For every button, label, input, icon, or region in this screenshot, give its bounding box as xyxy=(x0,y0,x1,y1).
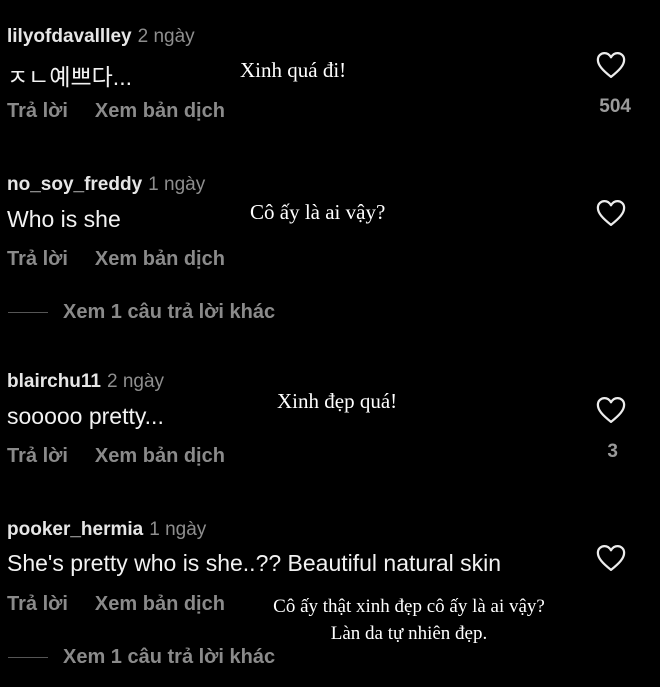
comment-time: 2 ngày xyxy=(137,26,195,47)
comment-text: sooooo pretty... xyxy=(7,403,164,429)
comment-text: Who is she xyxy=(7,206,121,232)
translation-overlay: Cô ấy là ai vậy? xyxy=(250,200,386,224)
comment-time: 1 ngày xyxy=(149,519,207,540)
reply-button[interactable]: Trả lời xyxy=(7,100,68,122)
like-count: 3 xyxy=(607,441,618,462)
see-translation-button[interactable]: Xem bản dịch xyxy=(95,100,225,122)
view-more-replies-label[interactable]: Xem 1 câu trả lời khác xyxy=(63,301,275,324)
view-more-replies-label[interactable]: Xem 1 câu trả lời khác xyxy=(63,646,275,669)
translation-line-2: Làn da tự nhiên đẹp. xyxy=(330,623,488,644)
comment-header: blairchu11 2 ngày xyxy=(7,371,164,393)
comment-text: ㅈㄴ예쁘다... xyxy=(7,64,132,90)
reply-button[interactable]: Trả lời xyxy=(7,593,68,615)
heart-icon[interactable] xyxy=(596,544,626,572)
comment-time: 1 ngày xyxy=(148,174,206,195)
see-translation-button[interactable]: Xem bản dịch xyxy=(95,593,225,615)
translation-overlay: Xinh quá đi! xyxy=(240,58,347,82)
see-translation-button[interactable]: Xem bản dịch xyxy=(95,445,225,467)
reply-button[interactable]: Trả lời xyxy=(7,248,68,270)
heart-icon[interactable] xyxy=(596,199,626,227)
heart-icon[interactable] xyxy=(596,396,626,424)
comment-actions: Trả lời Xem bản dịch xyxy=(7,593,225,616)
reply-divider xyxy=(8,657,48,658)
username-link[interactable]: lilyofdavallley xyxy=(7,26,132,47)
comment-actions: Trả lời Xem bản dịch xyxy=(7,248,225,271)
comment-text: She's pretty who is she..?? Beautiful na… xyxy=(7,550,502,576)
translation-overlay: Cô ấy thật xinh đẹp cô ấy là ai vậy? Làn… xyxy=(258,593,560,647)
see-translation-button[interactable]: Xem bản dịch xyxy=(95,248,225,270)
username-link[interactable]: no_soy_freddy xyxy=(7,174,142,195)
reply-divider xyxy=(8,312,48,313)
comment-header: pooker_hermia 1 ngày xyxy=(7,519,206,541)
reply-button[interactable]: Trả lời xyxy=(7,445,68,467)
username-link[interactable]: pooker_hermia xyxy=(7,519,143,540)
like-count: 504 xyxy=(599,96,631,117)
comment-time: 2 ngày xyxy=(107,371,165,392)
username-link[interactable]: blairchu11 xyxy=(7,371,101,392)
comment-header: no_soy_freddy 1 ngày xyxy=(7,174,205,196)
heart-icon[interactable] xyxy=(596,51,626,79)
comment-actions: Trả lời Xem bản dịch xyxy=(7,445,225,468)
comment-actions: Trả lời Xem bản dịch xyxy=(7,100,225,123)
translation-overlay: Xinh đẹp quá! xyxy=(277,389,398,413)
comment-header: lilyofdavallley 2 ngày xyxy=(7,26,195,48)
translation-line-1: Cô ấy thật xinh đẹp cô ấy là ai vậy? xyxy=(273,596,545,617)
